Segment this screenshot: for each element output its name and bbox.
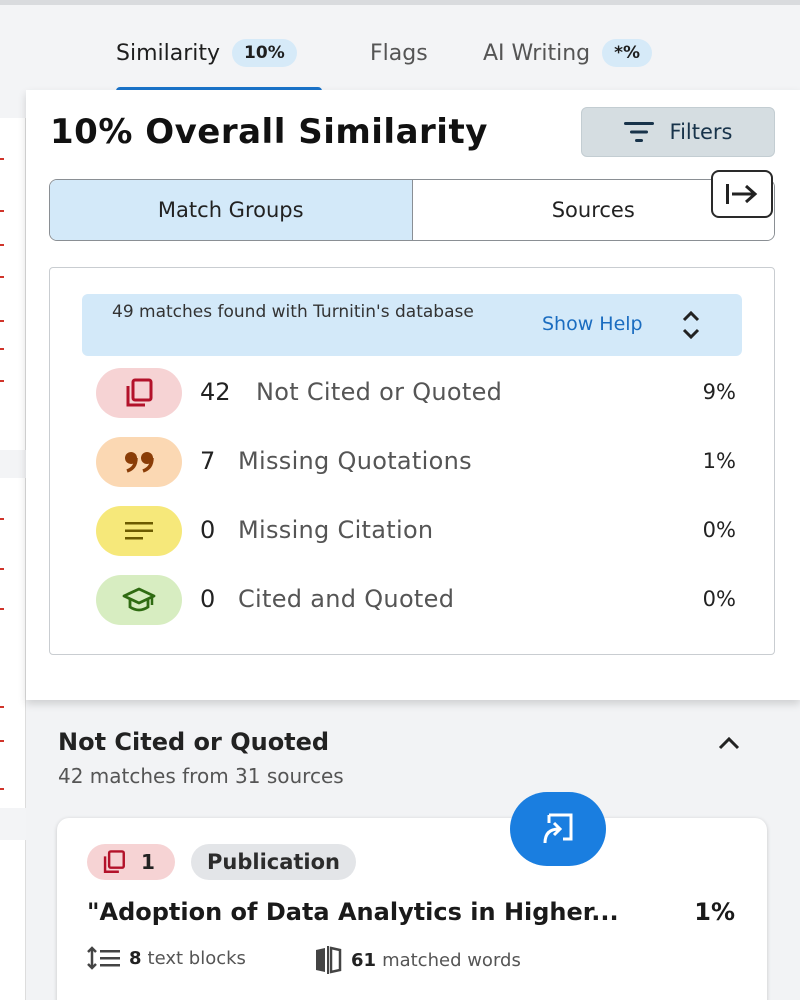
not-cited-badge <box>96 368 182 418</box>
source-title[interactable]: "Adoption of Data Analytics in Higher... <box>87 898 619 926</box>
document-preview[interactable] <box>0 90 26 1000</box>
help-banner: 49 matches found with Turnitin's databas… <box>82 294 742 356</box>
tab-similarity-label: Similarity <box>116 40 221 66</box>
tab-flags[interactable]: Flags <box>370 35 428 71</box>
source-percent: 1% <box>694 898 735 926</box>
match-groups-list: 49 matches found with Turnitin's databas… <box>49 267 775 655</box>
match-marker <box>0 740 4 742</box>
document-page[interactable] <box>0 478 26 808</box>
match-group-missing-quotations[interactable]: 7 Missing Quotations 1% <box>96 437 736 493</box>
matched-words-info: 61 matched words <box>313 946 521 974</box>
missing-quotations-badge <box>96 437 182 487</box>
tab-flags-label: Flags <box>370 40 428 66</box>
match-marker <box>0 608 4 610</box>
cited-quoted-badge <box>96 575 182 625</box>
filters-button[interactable]: Filters <box>581 107 775 157</box>
match-marker <box>0 158 4 160</box>
chevron-up-icon[interactable] <box>716 733 742 753</box>
filters-label: Filters <box>669 120 733 144</box>
match-marker <box>0 518 4 520</box>
group-count: 42 <box>200 378 231 406</box>
text-blocks-icon <box>87 946 120 970</box>
overall-similarity-title: 10% Overall Similarity <box>50 112 488 152</box>
jump-to-icon <box>543 813 573 844</box>
source-card[interactable]: 1 Publication "Adoption of Data Analytic… <box>57 818 767 1000</box>
source-number: 1 <box>141 850 155 874</box>
jump-to-source-button[interactable] <box>510 792 606 866</box>
tab-ai-writing[interactable]: AI Writing *% <box>483 35 653 71</box>
match-marker <box>0 210 4 212</box>
source-number-badge: 1 <box>87 844 175 880</box>
match-marker <box>0 380 4 382</box>
copy-icon <box>126 378 153 407</box>
match-marker <box>0 244 4 246</box>
chevron-up-down-icon[interactable] <box>680 307 702 343</box>
group-count: 0 <box>200 516 216 544</box>
section-title: Not Cited or Quoted <box>58 728 330 756</box>
view-toggle: Match Groups Sources <box>49 179 775 241</box>
matches-found-text: 49 matches found with Turnitin's databas… <box>112 302 474 322</box>
filter-icon <box>623 122 654 142</box>
copy-icon <box>103 850 125 873</box>
ai-writing-badge: *% <box>602 39 653 67</box>
group-count: 7 <box>200 447 216 475</box>
group-count: 0 <box>200 585 216 613</box>
text-blocks-label: text blocks <box>147 947 246 969</box>
similarity-badge: 10% <box>232 39 297 67</box>
group-percent: 9% <box>702 380 736 404</box>
match-marker <box>0 706 4 708</box>
matched-words-count: 61 <box>351 949 377 971</box>
group-label: Cited and Quoted <box>238 585 455 613</box>
show-help-link[interactable]: Show Help <box>542 313 643 335</box>
missing-citation-badge <box>96 506 182 556</box>
match-marker <box>0 348 4 350</box>
quote-icon <box>125 452 154 473</box>
similarity-panel: 10% Overall Similarity Filters Match Gro… <box>26 90 800 700</box>
compare-icon <box>316 946 342 974</box>
arrow-right-bar-icon <box>726 184 758 204</box>
match-marker <box>0 276 4 278</box>
text-blocks-count: 8 <box>129 947 142 969</box>
group-percent: 0% <box>702 587 736 611</box>
graduation-cap-icon <box>122 587 156 612</box>
group-label: Missing Citation <box>238 516 434 544</box>
matched-words-label: matched words <box>382 949 521 971</box>
match-group-not-cited[interactable]: 42 Not Cited or Quoted 9% <box>96 368 736 424</box>
match-groups-button[interactable]: Match Groups <box>50 180 413 240</box>
match-group-missing-citation[interactable]: 0 Missing Citation 0% <box>96 506 736 562</box>
expand-panel-button[interactable] <box>711 170 773 218</box>
group-percent: 0% <box>702 518 736 542</box>
group-label: Not Cited or Quoted <box>256 378 503 406</box>
match-marker <box>0 788 4 790</box>
group-percent: 1% <box>702 449 736 473</box>
match-marker <box>0 320 4 322</box>
match-group-cited-quoted[interactable]: 0 Cited and Quoted 0% <box>96 575 736 631</box>
section-subtitle: 42 matches from 31 sources <box>58 764 344 788</box>
match-marker <box>0 568 4 570</box>
text-blocks-info: 8 text blocks <box>87 946 246 970</box>
document-page[interactable] <box>0 118 26 450</box>
tab-ai-writing-label: AI Writing <box>483 40 591 66</box>
tab-bar: Similarity 10% Flags AI Writing *% <box>0 0 800 94</box>
lines-icon <box>125 522 153 540</box>
source-type-pill: Publication <box>191 844 357 880</box>
tab-similarity[interactable]: Similarity 10% <box>116 35 297 71</box>
group-label: Missing Quotations <box>238 447 472 475</box>
document-page[interactable] <box>0 840 26 1000</box>
